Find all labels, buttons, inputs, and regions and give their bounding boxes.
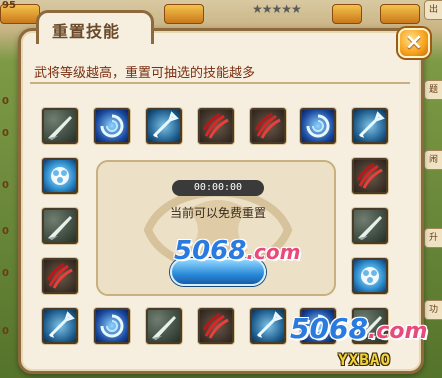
background-number: 0 [2,180,9,191]
site-watermark-tld: .com [367,319,428,344]
reset-timer: 00:00:00 [172,180,264,196]
claw-skill-icon[interactable] [198,308,234,344]
arrow-skill-icon-glyph [48,311,75,338]
claw-skill-icon[interactable] [42,258,78,294]
background-number: 95 [2,0,16,11]
brand-watermark: YXBAO [338,350,392,369]
free-reset-status: 当前可以免费重置 [169,206,266,220]
top-mid-badge [164,4,204,24]
background-tab: 升 [424,228,442,248]
claw-skill-icon-glyph [356,162,383,189]
shield-skill-icon[interactable] [42,158,78,194]
claw-skill-icon-glyph [202,112,229,139]
blade-skill-icon[interactable] [42,108,78,144]
arrow-skill-icon[interactable] [42,308,78,344]
background-number: 0 [2,268,9,279]
claw-skill-icon-glyph [46,262,73,289]
background-number: 0 [2,226,9,237]
claw-skill-icon[interactable] [352,158,388,194]
background-number: 0 [2,128,9,139]
close-button[interactable]: × [398,28,430,58]
claw-skill-icon-glyph [202,312,229,339]
swirl-skill-icon[interactable] [300,108,336,144]
arrow-skill-icon[interactable] [146,108,182,144]
arrow-skill-icon-glyph [358,111,385,138]
top-right-badge [332,4,362,24]
site-watermark-number: 5068 [174,236,247,266]
shield-skill-icon-glyph [361,267,379,285]
background-number: 0 [2,326,9,337]
dialog-description: 武将等级越高，重置可抽选的技能越多 [34,66,256,81]
arrow-skill-icon-glyph [152,111,179,138]
blade-skill-icon-glyph [358,216,382,240]
arrow-skill-icon[interactable] [250,308,286,344]
background-tab: 闹 [424,150,442,170]
site-watermark-number: 5068 [290,312,368,345]
blade-skill-icon-glyph [48,216,72,240]
dialog-title: 重置技能 [52,22,121,41]
swirl-skill-icon[interactable] [94,108,130,144]
site-watermark: 5068.com [290,312,427,345]
swirl-skill-icon-glyph [100,314,124,338]
site-watermark-tld: .com [246,240,301,264]
blade-skill-icon[interactable] [352,208,388,244]
background-number: 0 [2,96,9,107]
claw-skill-icon[interactable] [198,108,234,144]
arrow-skill-icon-glyph [256,311,283,338]
shield-skill-icon-glyph [51,167,69,185]
top-right-badge-2 [380,4,420,24]
shield-skill-icon[interactable] [352,258,388,294]
blade-skill-icon-glyph [48,116,72,140]
reset-panel: 00:00:00 当前可以免费重置 [96,160,336,296]
background-tab: 出 [424,0,442,20]
blade-skill-icon[interactable] [146,308,182,344]
swirl-skill-icon-glyph [306,114,330,138]
divider [30,82,410,84]
blade-skill-icon[interactable] [42,208,78,244]
claw-skill-icon[interactable] [250,108,286,144]
swirl-skill-icon-glyph [100,114,124,138]
blade-skill-icon-glyph [152,316,176,340]
swirl-skill-icon[interactable] [94,308,130,344]
background-tab: 题 [424,80,442,100]
arrow-skill-icon[interactable] [352,108,388,144]
site-watermark: 5068.com [174,236,300,266]
rating-stars: ★★★★★ [252,2,302,16]
claw-skill-icon-glyph [254,112,281,139]
